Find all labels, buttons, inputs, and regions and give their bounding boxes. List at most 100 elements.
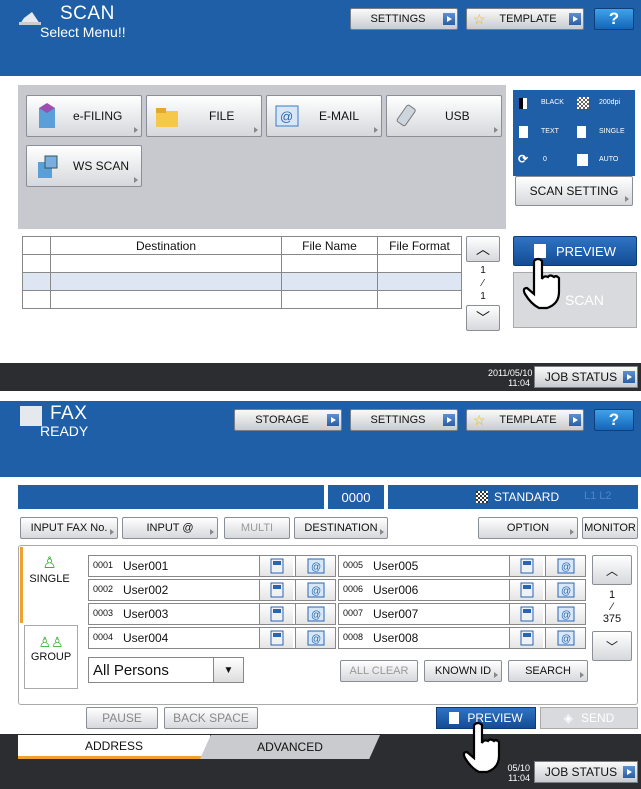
user-entry[interactable]: 0008 User008 @ bbox=[338, 627, 586, 649]
clock: 05/10 11:04 bbox=[496, 763, 530, 783]
table-row[interactable] bbox=[22, 254, 462, 273]
user-entry[interactable]: 0005 User005 @ bbox=[338, 555, 586, 577]
fax-screen: FAX READY STORAGE SETTINGS ☆ TEMPLATE ? 0… bbox=[0, 401, 641, 789]
table-row[interactable] bbox=[22, 272, 462, 291]
user-list: 0001 User001 @0005 User005 @0002 User002 @0006… bbox=[88, 555, 588, 651]
user-name: User006 bbox=[373, 583, 419, 597]
col-file-format: File Format bbox=[377, 236, 462, 255]
chevron-up-icon: ︿ bbox=[605, 563, 618, 578]
job-status-label: JOB STATUS bbox=[544, 765, 618, 779]
pause-label: PAUSE bbox=[102, 711, 142, 725]
page-title: SCAN bbox=[60, 3, 115, 24]
ws-scan-button[interactable]: WS SCAN bbox=[26, 145, 142, 187]
send-label: SEND bbox=[580, 711, 615, 725]
filter-value: All Persons bbox=[93, 661, 169, 679]
file-button[interactable]: FILE bbox=[146, 95, 262, 137]
table-row[interactable] bbox=[22, 290, 462, 309]
quality-display: STANDARD L1 L2 bbox=[388, 485, 638, 509]
scan-setting-label: SCAN SETTING bbox=[529, 184, 619, 198]
all-clear-button[interactable]: ALL CLEAR bbox=[340, 660, 418, 682]
tab-single[interactable]: ♙ SINGLE bbox=[20, 547, 76, 623]
arrow-icon bbox=[623, 371, 635, 383]
email-icon: @ bbox=[545, 604, 585, 624]
star-icon: ☆ bbox=[473, 411, 486, 428]
multi-button[interactable]: MULTI bbox=[224, 517, 290, 539]
arrow-icon bbox=[569, 414, 581, 426]
job-status-button[interactable]: JOB STATUS bbox=[534, 366, 638, 388]
send-button[interactable]: ◈ SEND bbox=[540, 707, 638, 729]
template-button[interactable]: ☆ TEMPLATE bbox=[466, 8, 584, 30]
fax-icon bbox=[509, 580, 543, 600]
scroll-down-button[interactable]: ﹀ bbox=[466, 305, 500, 331]
col-file-name: File Name bbox=[281, 236, 378, 255]
user-number: 0005 bbox=[343, 560, 364, 570]
search-label: SEARCH bbox=[525, 665, 571, 677]
dropdown-arrow-icon: ▼ bbox=[213, 658, 243, 682]
scroll-up-button[interactable]: ︿ bbox=[466, 236, 500, 262]
efiling-icon bbox=[39, 103, 55, 128]
user-entry[interactable]: 0007 User007 @ bbox=[338, 603, 586, 625]
user-entry[interactable]: 0006 User006 @ bbox=[338, 579, 586, 601]
email-icon: @ bbox=[275, 105, 299, 127]
arrow-icon bbox=[443, 414, 455, 426]
job-status-button[interactable]: JOB STATUS bbox=[534, 761, 638, 783]
input-fax-no-button[interactable]: INPUT FAX No. bbox=[20, 517, 118, 539]
monitor-button[interactable]: MONITOR bbox=[582, 517, 638, 539]
svg-text:@: @ bbox=[561, 586, 571, 597]
user-name: User001 bbox=[123, 559, 169, 573]
search-button[interactable]: SEARCH bbox=[508, 660, 588, 682]
group-filter-select[interactable]: All Persons ▼ bbox=[88, 657, 244, 683]
scan-setting-button[interactable]: SCAN SETTING bbox=[515, 176, 633, 206]
group-icon: ♙♙ bbox=[38, 634, 64, 650]
email-button[interactable]: @ E-MAIL bbox=[266, 95, 382, 137]
page-title: FAX bbox=[50, 403, 88, 424]
tab-group[interactable]: ♙♙ GROUP bbox=[24, 625, 78, 689]
chevron-up-icon: ︿ bbox=[476, 241, 490, 257]
email-icon: @ bbox=[295, 628, 335, 648]
option-button[interactable]: OPTION bbox=[478, 517, 578, 539]
page-number: 1 bbox=[480, 265, 486, 276]
storage-button[interactable]: STORAGE bbox=[234, 409, 342, 431]
help-button[interactable]: ? bbox=[594, 409, 634, 431]
size-icon bbox=[577, 154, 588, 166]
back-space-button[interactable]: BACK SPACE bbox=[164, 707, 258, 729]
size-value: AUTO bbox=[599, 156, 619, 163]
date-text: 05/10 bbox=[507, 763, 530, 773]
original-mode-icon bbox=[519, 126, 528, 138]
fax-number-display bbox=[18, 485, 324, 509]
email-icon: @ bbox=[545, 580, 585, 600]
settings-button[interactable]: SETTINGS bbox=[350, 409, 458, 431]
scroll-up-button[interactable]: ︿ bbox=[592, 555, 632, 585]
tab-address[interactable]: ADDRESS bbox=[18, 735, 210, 759]
input-email-button[interactable]: INPUT @ bbox=[122, 517, 218, 539]
sides-value: SINGLE bbox=[599, 128, 625, 135]
settings-button[interactable]: SETTINGS bbox=[350, 8, 458, 30]
fax-icon bbox=[509, 628, 543, 648]
efiling-button[interactable]: e-FILING bbox=[26, 95, 142, 137]
user-entry[interactable]: 0003 User003 @ bbox=[88, 603, 336, 625]
quality-label: STANDARD bbox=[494, 490, 560, 504]
job-status-label: JOB STATUS bbox=[544, 370, 618, 384]
usb-label: USB bbox=[445, 109, 470, 123]
pointer-hand-icon bbox=[522, 257, 561, 310]
user-entry[interactable]: 0004 User004 @ bbox=[88, 627, 336, 649]
template-button[interactable]: ☆ TEMPLATE bbox=[466, 409, 584, 431]
file-label: FILE bbox=[209, 109, 235, 123]
pause-button[interactable]: PAUSE bbox=[86, 707, 158, 729]
scroll-down-button[interactable]: ﹀ bbox=[592, 631, 632, 661]
color-icon bbox=[519, 98, 527, 109]
destination-button[interactable]: DESTINATION bbox=[294, 517, 388, 539]
user-number: 0008 bbox=[343, 632, 364, 642]
folder-icon bbox=[156, 108, 178, 127]
svg-text:@: @ bbox=[311, 586, 321, 597]
fax-icon bbox=[509, 604, 543, 624]
usb-button[interactable]: USB bbox=[386, 95, 502, 137]
known-id-button[interactable]: KNOWN ID bbox=[424, 660, 502, 682]
tab-advanced[interactable]: ADVANCED bbox=[200, 735, 380, 759]
start-icon: ◈ bbox=[563, 711, 573, 725]
monitor-label: MONITOR bbox=[584, 522, 636, 534]
user-entry[interactable]: 0001 User001 @ bbox=[88, 555, 336, 577]
help-button[interactable]: ? bbox=[594, 8, 634, 30]
user-entry[interactable]: 0002 User002 @ bbox=[88, 579, 336, 601]
user-number: 0006 bbox=[343, 584, 364, 594]
